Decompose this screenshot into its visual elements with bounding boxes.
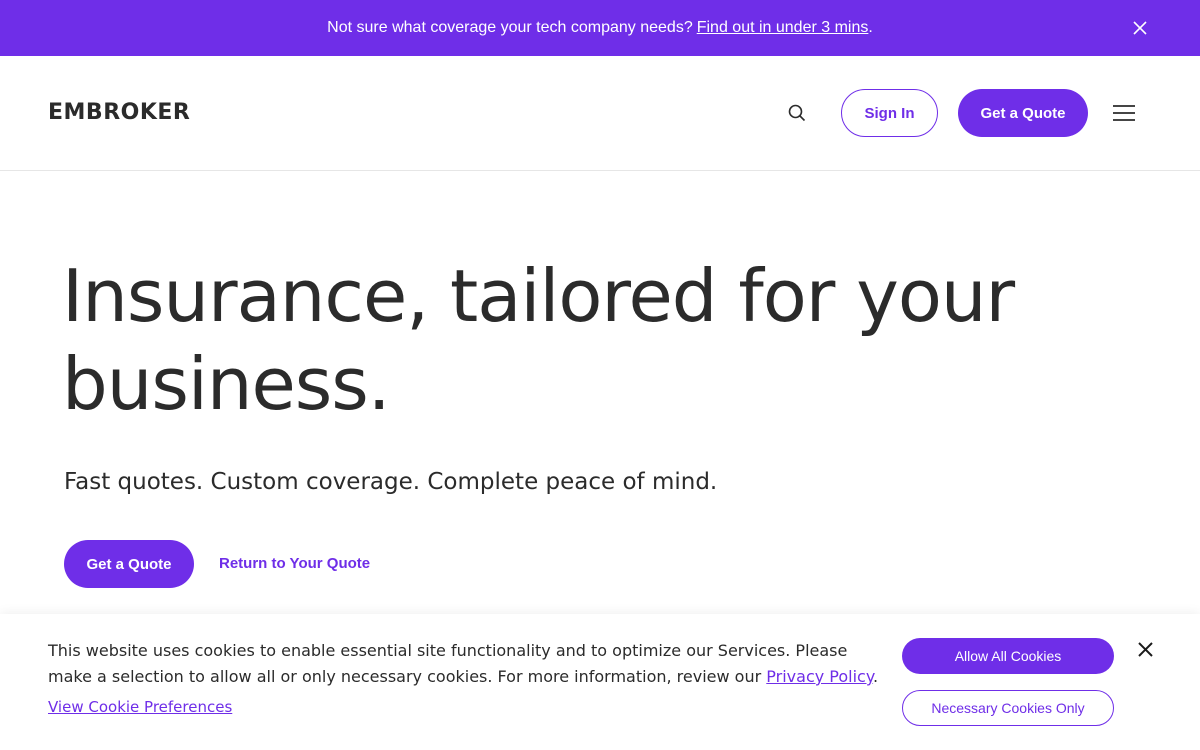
sign-in-button[interactable]: Sign In: [841, 89, 938, 137]
privacy-policy-link[interactable]: Privacy Policy: [766, 667, 873, 686]
get-quote-button-hero[interactable]: Get a Quote: [64, 540, 194, 588]
hamburger-menu-icon: [1113, 105, 1135, 121]
cookie-message-suffix: .: [873, 667, 879, 686]
site-header: EMBROKER Sign In Get a Quote: [0, 56, 1200, 171]
cookie-banner: This website uses cookies to enable esse…: [0, 614, 1200, 750]
hero-subtitle: Fast quotes. Custom coverage. Complete p…: [64, 469, 718, 495]
close-icon: [1137, 641, 1153, 657]
close-icon: [1133, 21, 1147, 35]
hero-title: Insurance, tailored for your business.: [62, 252, 1122, 428]
search-button[interactable]: [785, 101, 809, 125]
promo-link[interactable]: Find out in under 3 mins: [697, 19, 869, 37]
promo-text: Not sure what coverage your tech company…: [327, 19, 693, 36]
hero-title-line-2: business.: [62, 342, 391, 426]
promo-suffix: .: [868, 19, 873, 36]
cookie-message-text: This website uses cookies to enable esse…: [48, 641, 848, 686]
embroker-logo[interactable]: EMBROKER: [48, 100, 190, 125]
cookie-message: This website uses cookies to enable esse…: [48, 638, 888, 690]
hero-title-line-1: Insurance, tailored for your: [62, 254, 1015, 338]
return-to-quote-link[interactable]: Return to Your Quote: [219, 555, 370, 572]
cookie-preferences-link[interactable]: View Cookie Preferences: [48, 698, 232, 716]
cookie-close-button[interactable]: [1133, 637, 1157, 661]
promo-banner: Not sure what coverage your tech company…: [0, 0, 1200, 56]
search-icon: [788, 104, 806, 122]
necessary-cookies-button[interactable]: Necessary Cookies Only: [902, 690, 1114, 726]
allow-all-cookies-button[interactable]: Allow All Cookies: [902, 638, 1114, 674]
menu-button[interactable]: [1112, 101, 1136, 125]
get-quote-button-header[interactable]: Get a Quote: [958, 89, 1088, 137]
promo-close-button[interactable]: [1128, 16, 1152, 40]
